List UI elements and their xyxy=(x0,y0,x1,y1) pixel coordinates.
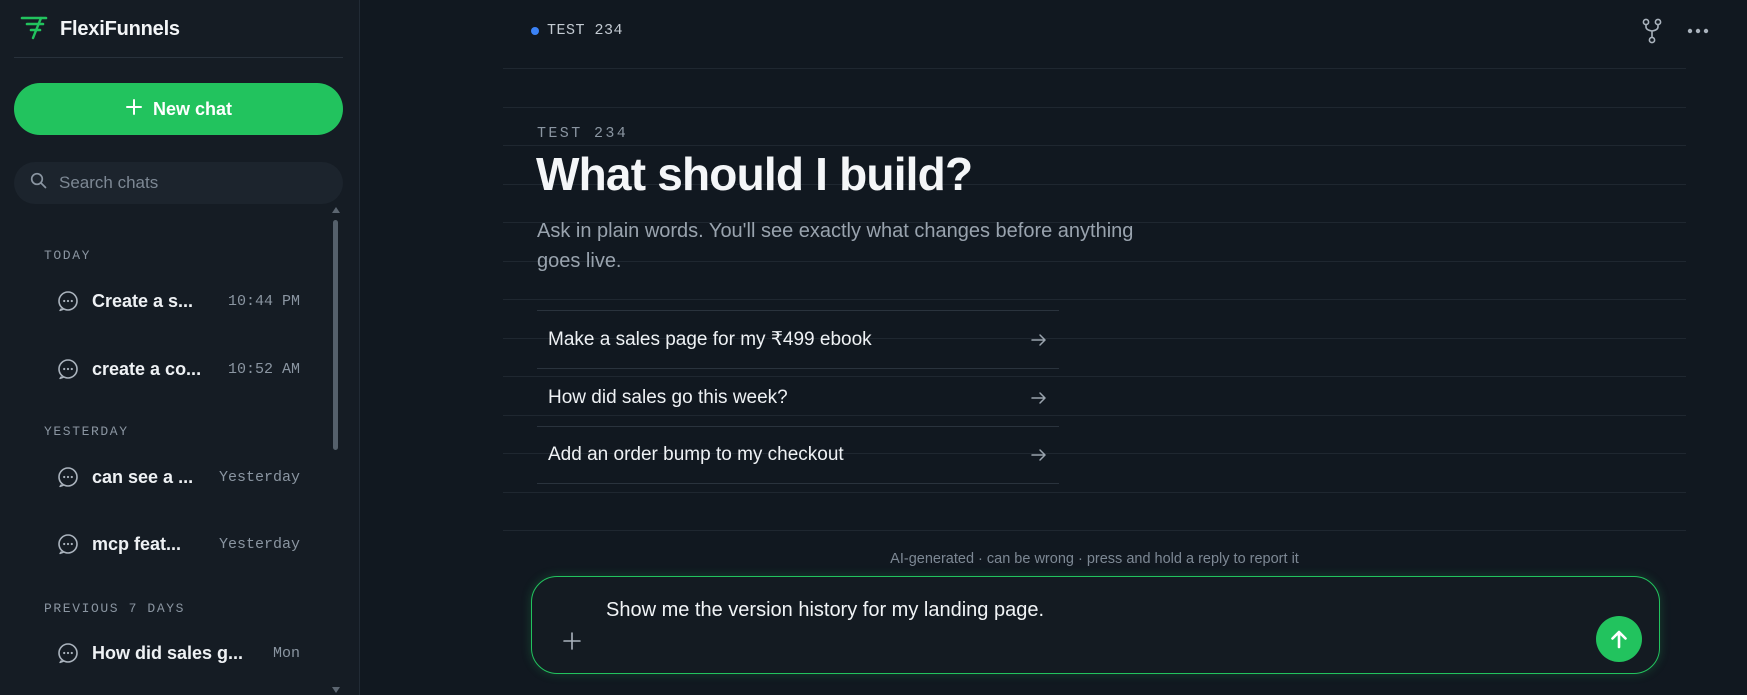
project-eyebrow: TEST 234 xyxy=(537,125,629,142)
page-title: What should I build? xyxy=(536,148,973,200)
scroll-up-arrow-icon[interactable] xyxy=(332,207,340,213)
chat-item-title: can see a ... xyxy=(92,466,194,487)
chat-bubble-icon xyxy=(58,359,78,380)
page-subtitle: Ask in plain words. You'll see exactly w… xyxy=(537,220,1134,272)
arrow-right-icon xyxy=(1031,391,1046,404)
chat-item[interactable]: can see a ... Yesterday xyxy=(44,457,300,497)
chat-item-time: Yesterday xyxy=(218,468,300,486)
version-branch-icon xyxy=(1642,18,1662,44)
chat-history-list: TODAY Create a s... 10:44 PM create a co… xyxy=(0,215,330,695)
chat-bubble-icon xyxy=(58,643,78,664)
plus-icon xyxy=(563,632,581,650)
attach-button[interactable] xyxy=(558,627,586,655)
suggestion-text: How did sales go this week? xyxy=(548,386,788,408)
chat-item[interactable]: Create a s... 10:44 PM xyxy=(44,281,300,321)
chat-item-time: Mon xyxy=(272,644,300,662)
chat-item[interactable]: How did sales g... Mon xyxy=(44,633,300,673)
arrow-right-icon xyxy=(1031,449,1046,461)
search-input[interactable] xyxy=(59,173,319,193)
chat-bubble-icon xyxy=(58,534,78,555)
main-panel: TEST 234 TEST 234 What should I build? A… xyxy=(360,0,1747,695)
chat-bubble-icon xyxy=(58,467,78,488)
chat-item[interactable]: mcp feat... Yesterday xyxy=(44,524,300,564)
divider xyxy=(503,530,1686,531)
arrow-right-icon xyxy=(1031,333,1046,346)
suggestion-item[interactable]: How did sales go this week? xyxy=(537,368,1059,426)
scroll-down-arrow-icon[interactable] xyxy=(332,687,340,693)
scrollbar-thumb[interactable] xyxy=(333,220,338,450)
brand-divider xyxy=(14,57,343,58)
divider xyxy=(503,107,1686,108)
suggestion-list: Make a sales page for my ₹499 ebook How … xyxy=(537,310,1059,484)
project-label: TEST 234 xyxy=(531,22,623,39)
chat-item-title: How did sales g... xyxy=(92,642,244,663)
chat-panel: TEST 234 TEST 234 What should I build? A… xyxy=(503,0,1709,695)
group-label-yesterday: YESTERDAY xyxy=(44,424,129,439)
project-name: TEST 234 xyxy=(547,22,624,39)
message-input[interactable] xyxy=(606,599,1546,622)
chat-item-title: mcp feat... xyxy=(92,533,182,554)
group-label-today: TODAY xyxy=(44,248,92,263)
more-options-button[interactable] xyxy=(1683,16,1713,46)
version-branch-button[interactable] xyxy=(1637,16,1667,46)
ai-disclaimer: AI-generated · can be wrong · press and … xyxy=(890,551,1299,567)
chat-item-time: 10:52 AM xyxy=(227,360,300,378)
divider xyxy=(503,299,1686,300)
suggestion-text: Add an order bump to my checkout xyxy=(548,444,844,465)
plus-icon xyxy=(125,98,143,121)
arrow-up-icon xyxy=(1611,630,1627,649)
more-options-icon xyxy=(1687,28,1709,34)
brand-name: FlexiFunnels xyxy=(60,17,180,40)
chat-item-title: create a co... xyxy=(92,358,202,379)
send-button[interactable] xyxy=(1596,616,1642,662)
sidebar-scrollbar[interactable] xyxy=(331,207,341,693)
bottom-edge xyxy=(0,695,1747,700)
search-box[interactable] xyxy=(14,162,343,204)
new-chat-button[interactable]: New chat xyxy=(14,83,343,135)
chat-item-time: Yesterday xyxy=(218,535,300,553)
message-composer[interactable] xyxy=(531,576,1660,674)
status-dot xyxy=(531,26,539,35)
divider xyxy=(503,145,1686,146)
sidebar: FlexiFunnels New chat TODAY xyxy=(0,0,360,695)
suggestion-text: Make a sales page for my ₹499 ebook xyxy=(548,329,872,350)
chat-bubble-icon xyxy=(58,291,78,312)
suggestion-item[interactable]: Make a sales page for my ₹499 ebook xyxy=(537,310,1059,368)
app-window: FlexiFunnels New chat TODAY xyxy=(0,0,1747,695)
divider xyxy=(503,492,1686,493)
search-icon xyxy=(30,172,47,194)
suggestion-item[interactable]: Add an order bump to my checkout xyxy=(537,426,1059,484)
chat-item[interactable]: create a co... 10:52 AM xyxy=(44,349,300,389)
divider xyxy=(503,68,1686,69)
new-chat-label: New chat xyxy=(152,98,233,119)
chat-item-title: Create a s... xyxy=(92,290,194,311)
flexifunnels-logo-icon xyxy=(20,14,50,45)
group-label-previous-7-days: PREVIOUS 7 DAYS xyxy=(44,601,186,616)
chat-item-time: 10:44 PM xyxy=(227,292,300,310)
brand[interactable]: FlexiFunnels xyxy=(20,14,180,44)
